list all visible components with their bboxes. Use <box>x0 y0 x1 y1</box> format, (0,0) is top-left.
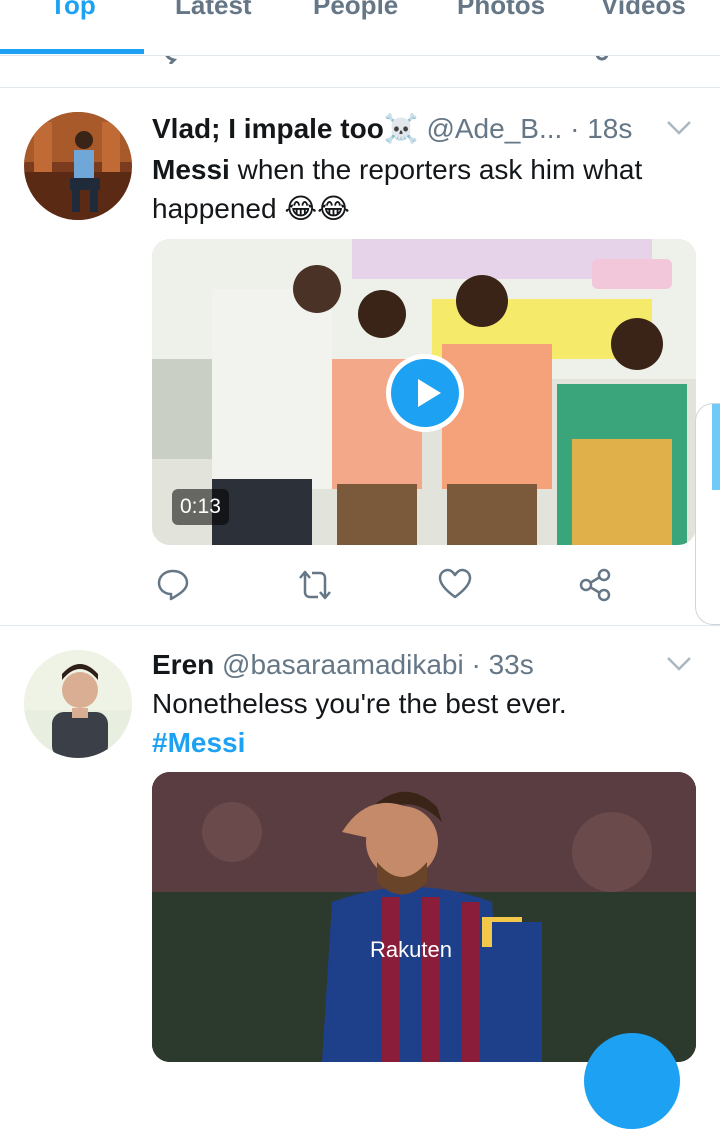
tweet-text-line: Nonetheless you're the best ever. <box>152 688 567 719</box>
tweet-photo[interactable]: Rakuten <box>152 772 696 1062</box>
tweet[interactable]: Eren @basaraamadikabi · 33s Nonetheless … <box>0 648 720 1062</box>
username[interactable]: @Ade_B... <box>426 113 562 144</box>
hashtag-link[interactable]: #Messi <box>152 723 692 762</box>
timestamp[interactable]: 18s <box>587 113 632 144</box>
tab-people[interactable]: People <box>313 0 398 21</box>
separator-dot: · <box>570 113 580 144</box>
video-duration: 0:13 <box>172 489 229 525</box>
like-icon[interactable] <box>438 568 472 600</box>
side-card[interactable] <box>695 403 720 625</box>
share-icon[interactable] <box>578 568 612 602</box>
search-tabs: Top Latest People Photos Videos <box>0 0 720 56</box>
tweet-header: Vlad; I impale too☠️ @Ade_B... · 18s <box>152 112 632 146</box>
compose-button[interactable] <box>584 1033 680 1129</box>
photo-image: Rakuten <box>152 772 696 1062</box>
avatar[interactable] <box>24 112 132 220</box>
tab-photos[interactable]: Photos <box>457 0 545 21</box>
tab-videos[interactable]: Videos <box>601 0 686 21</box>
separator-dot: · <box>471 649 481 680</box>
display-name[interactable]: Eren <box>152 649 214 680</box>
chevron-down-icon[interactable] <box>666 120 692 136</box>
retweet-icon[interactable] <box>296 568 334 602</box>
tweet-text-bold: Messi <box>152 154 230 185</box>
tweet-text: Messi when the reporters ask him what ha… <box>152 150 692 228</box>
divider <box>0 87 720 88</box>
avatar[interactable] <box>24 650 132 758</box>
active-tab-indicator <box>0 49 144 54</box>
display-name[interactable]: Vlad; I impale too☠️ <box>152 113 419 144</box>
divider <box>0 625 720 626</box>
tweet-header: Eren @basaraamadikabi · 33s <box>152 648 534 682</box>
tab-latest[interactable]: Latest <box>175 0 252 21</box>
tweet-text: Nonetheless you're the best ever. #Messi <box>152 684 692 762</box>
play-icon <box>391 359 459 427</box>
video-player[interactable]: 0:13 <box>152 239 696 545</box>
reply-icon[interactable] <box>156 568 190 602</box>
play-button[interactable] <box>386 354 464 432</box>
jersey-sponsor-text: Rakuten <box>370 937 452 962</box>
username[interactable]: @basaraamadikabi <box>222 649 464 680</box>
tweet[interactable]: Vlad; I impale too☠️ @Ade_B... · 18s Mes… <box>0 112 720 612</box>
chevron-down-icon[interactable] <box>666 656 692 672</box>
tweet-actions <box>152 568 696 608</box>
side-card-accent <box>712 404 720 490</box>
timestamp[interactable]: 33s <box>489 649 534 680</box>
tab-top[interactable]: Top <box>50 0 96 21</box>
